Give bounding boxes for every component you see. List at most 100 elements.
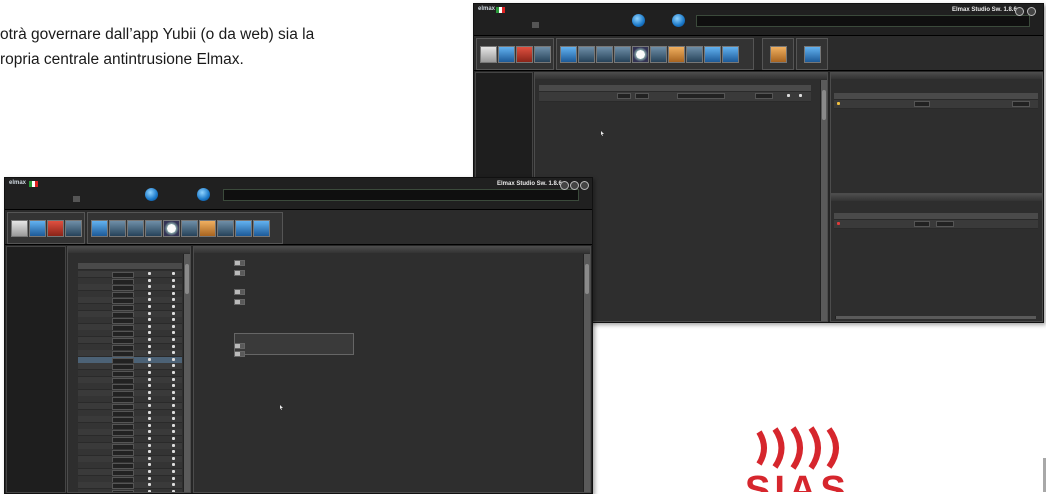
settings-icon[interactable] [172,404,175,407]
front-details-scrollbar[interactable] [583,254,590,492]
back-installer-dropdown[interactable] [532,22,539,28]
back-right-scrollbar[interactable] [835,316,1036,319]
settings-icon[interactable] [148,272,151,275]
settings-icon[interactable] [172,311,175,315]
table-cell-field[interactable] [936,221,954,227]
settings-icon[interactable] [148,437,151,440]
settings-icon[interactable] [148,443,151,447]
table-cell-field[interactable] [617,93,631,99]
back-minimize-icon[interactable] [1015,7,1024,16]
settings-icon[interactable] [172,450,175,454]
front-tool-button-4[interactable] [65,220,82,237]
front-globe-icon-2[interactable] [197,188,210,201]
settings-icon[interactable] [148,489,151,492]
settings-icon[interactable] [172,410,175,414]
back-close-icon[interactable] [1027,7,1036,16]
back-tool-button-10[interactable] [650,46,667,63]
settings-icon[interactable] [148,483,151,487]
settings-icon[interactable] [172,470,175,473]
toggle-switch[interactable] [234,260,245,266]
settings-icon[interactable] [172,443,175,447]
settings-icon[interactable] [172,318,175,322]
front-tool-button-5[interactable] [91,220,108,237]
settings-icon[interactable] [172,331,175,335]
settings-icon[interactable] [787,94,790,97]
settings-icon[interactable] [148,351,151,355]
settings-icon[interactable] [148,344,151,348]
settings-icon[interactable] [172,430,175,434]
settings-icon[interactable] [148,318,151,322]
table-cell-field[interactable] [1012,101,1030,107]
settings-icon[interactable] [172,456,175,460]
settings-icon[interactable] [172,371,175,374]
settings-icon[interactable] [172,463,175,467]
table-cell-field[interactable] [914,221,930,227]
table-cell-field[interactable] [755,93,773,99]
back-tool-button-13[interactable] [704,46,721,63]
settings-icon[interactable] [172,285,175,289]
back-globe-icon[interactable] [632,14,645,27]
settings-icon[interactable] [148,390,151,394]
settings-icon[interactable] [172,377,175,381]
table-cell-field[interactable] [635,93,649,99]
front-tool-button-2[interactable] [29,220,46,237]
settings-icon[interactable] [172,390,175,394]
back-tool-button-4[interactable] [534,46,551,63]
front-tool-button-8[interactable] [145,220,162,237]
front-tool-button-12[interactable] [217,220,234,237]
settings-icon[interactable] [172,305,175,308]
back-home-button[interactable] [480,46,497,63]
settings-icon[interactable] [148,463,151,467]
toggle-switch[interactable] [234,289,245,295]
settings-icon[interactable] [148,476,151,480]
settings-icon[interactable] [172,324,175,328]
settings-icon[interactable] [172,278,175,282]
settings-icon[interactable] [148,357,151,361]
settings-icon[interactable] [172,417,175,421]
settings-icon[interactable] [172,344,175,348]
back-main-scrollbar[interactable] [820,80,827,321]
front-tool-button-6[interactable] [109,220,126,237]
table-row[interactable] [834,220,1038,229]
settings-icon[interactable] [148,404,151,407]
front-tool-button-14[interactable] [253,220,270,237]
toggle-switch[interactable] [234,351,245,357]
settings-icon[interactable] [172,364,175,368]
settings-icon[interactable] [172,291,175,295]
settings-icon[interactable] [148,278,151,282]
settings-icon[interactable] [148,371,151,374]
settings-icon[interactable] [148,470,151,473]
settings-icon[interactable] [172,397,175,401]
back-tool-button-12[interactable] [686,46,703,63]
toggle-switch[interactable] [234,299,245,305]
front-zones-scrollbar[interactable] [183,254,190,492]
settings-icon[interactable] [148,377,151,381]
front-installer-dropdown[interactable] [73,196,80,202]
settings-icon[interactable] [172,357,175,361]
table-row[interactable] [78,488,182,492]
back-globe-icon-2[interactable] [672,14,685,27]
back-tool-button-16[interactable] [804,46,821,63]
front-close-icon[interactable] [580,181,589,190]
back-tool-button-11[interactable] [668,46,685,63]
table-row[interactable] [539,92,811,102]
settings-icon[interactable] [148,298,151,302]
settings-icon[interactable] [148,410,151,414]
settings-icon[interactable] [148,285,151,289]
settings-icon[interactable] [148,456,151,460]
settings-icon[interactable] [148,384,151,388]
table-cell-field[interactable] [677,93,725,99]
back-tool-button-3[interactable] [516,46,533,63]
settings-icon[interactable] [799,94,802,97]
front-tool-button-13[interactable] [235,220,252,237]
settings-icon[interactable] [148,324,151,328]
settings-icon[interactable] [148,397,151,401]
table-row[interactable] [834,100,1038,109]
front-globe-icon[interactable] [145,188,158,201]
settings-icon[interactable] [172,483,175,487]
back-clock-button[interactable] [632,46,649,63]
table-cell-field[interactable] [112,489,134,492]
settings-icon[interactable] [172,489,175,492]
settings-icon[interactable] [172,423,175,427]
back-tool-button-8[interactable] [614,46,631,63]
